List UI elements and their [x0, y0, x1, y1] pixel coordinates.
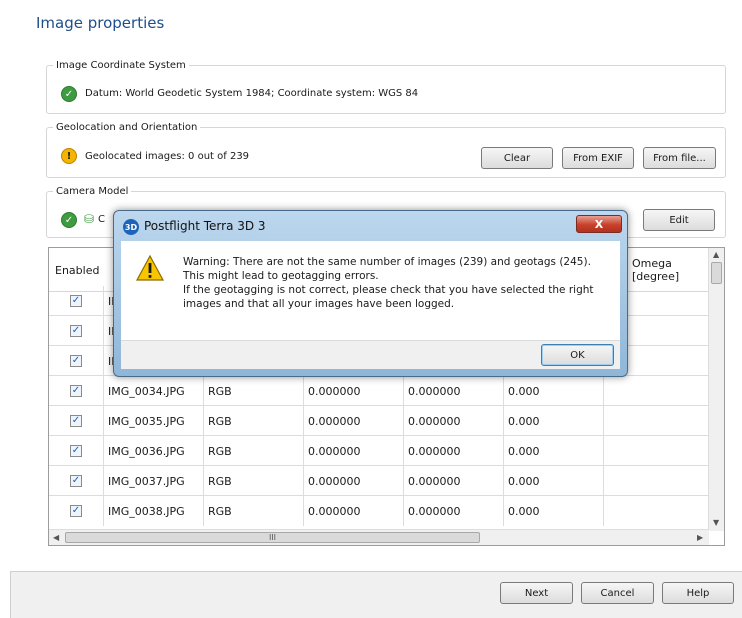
value-cell: 0.000 — [503, 496, 603, 526]
geo-status-text: Geolocated images: 0 out of 239 — [85, 151, 250, 162]
warning-triangle-icon — [135, 254, 165, 281]
value-cell: 0.000 — [503, 376, 603, 406]
scroll-up-arrow-icon[interactable]: ▲ — [713, 250, 719, 259]
scroll-grip: III — [268, 533, 277, 542]
value-cell: 0.000000 — [303, 436, 403, 466]
horizontal-scrollbar[interactable]: ◀ III ▶ — [49, 529, 709, 545]
message-line: images and that all your images have bee… — [183, 298, 455, 310]
clear-button[interactable]: Clear — [481, 147, 553, 169]
warning-circle-icon: ! — [61, 148, 77, 164]
database-icon: ⛁ — [84, 212, 95, 226]
app-icon: 3D — [123, 219, 139, 235]
image-type-cell: RGB — [203, 496, 303, 526]
row-checkbox-cell: ✓ — [49, 376, 103, 406]
message-line: This might lead to geotagging errors. — [183, 270, 379, 282]
dialog-footer: OK — [121, 340, 620, 369]
dialog-title: Postflight Terra 3D 3 — [144, 219, 266, 233]
ok-button[interactable]: OK — [541, 344, 614, 366]
image-type-cell: RGB — [203, 376, 303, 406]
warning-dialog: 3D Postflight Terra 3D 3 X Warning: Ther… — [113, 210, 628, 377]
value-cell-empty — [603, 496, 709, 526]
value-cell-empty — [603, 406, 709, 436]
value-cell: 0.000000 — [403, 466, 503, 496]
check-circle-icon: ✓ — [61, 212, 77, 228]
enabled-checkbox[interactable]: ✓ — [70, 505, 82, 517]
value-cell: 0.000000 — [403, 406, 503, 436]
from-file-button[interactable]: From file... — [643, 147, 716, 169]
horizontal-scroll-thumb[interactable]: III — [65, 532, 480, 543]
column-omega-unit: [degree] — [632, 270, 680, 283]
image-name-cell: IMG_0035.JPG — [103, 406, 203, 436]
value-cell: 0.000000 — [303, 496, 403, 526]
row-checkbox-cell: ✓ — [49, 286, 103, 316]
row-checkbox-cell: ✓ — [49, 466, 103, 496]
value-cell: 0.000 — [503, 436, 603, 466]
row-checkbox-cell: ✓ — [49, 346, 103, 376]
enabled-checkbox[interactable]: ✓ — [70, 325, 82, 337]
value-cell: 0.000000 — [403, 496, 503, 526]
value-cell-empty — [603, 376, 709, 406]
row-checkbox-cell: ✓ — [49, 316, 103, 346]
table-row[interactable]: ✓ IMG_0035.JPG RGB 0.000000 0.000000 0.0… — [49, 406, 709, 436]
check-circle-icon: ✓ — [61, 86, 77, 102]
from-exif-button[interactable]: From EXIF — [562, 147, 634, 169]
row-checkbox-cell: ✓ — [49, 436, 103, 466]
message-line: If the geotagging is not correct, please… — [183, 284, 594, 296]
geo-legend: Geolocation and Orientation — [56, 122, 198, 133]
table-row[interactable]: ✓ IMG_0036.JPG RGB 0.000000 0.000000 0.0… — [49, 436, 709, 466]
row-checkbox-cell: ✓ — [49, 406, 103, 436]
camera-edit-button[interactable]: Edit — [643, 209, 715, 231]
image-coordinate-system-group: Image Coordinate System — [46, 60, 726, 114]
ics-legend: Image Coordinate System — [56, 60, 186, 71]
vertical-scroll-thumb[interactable] — [711, 262, 722, 284]
help-button[interactable]: Help — [662, 582, 734, 604]
message-line: Warning: There are not the same number o… — [183, 256, 591, 268]
scroll-down-arrow-icon[interactable]: ▼ — [713, 518, 719, 527]
image-type-cell: RGB — [203, 406, 303, 436]
camera-legend: Camera Model — [56, 186, 129, 197]
row-checkbox-cell: ✓ — [49, 496, 103, 526]
enabled-checkbox[interactable]: ✓ — [70, 415, 82, 427]
wizard-footer: Next Cancel Help — [10, 571, 742, 618]
enabled-checkbox[interactable]: ✓ — [70, 445, 82, 457]
value-cell: 0.000000 — [403, 436, 503, 466]
image-name-cell: IMG_0034.JPG — [103, 376, 203, 406]
table-row[interactable]: ✓ IMG_0037.JPG RGB 0.000000 0.000000 0.0… — [49, 466, 709, 496]
enabled-checkbox[interactable]: ✓ — [70, 475, 82, 487]
image-name-cell: IMG_0037.JPG — [103, 466, 203, 496]
image-name-cell: IMG_0036.JPG — [103, 436, 203, 466]
cancel-button[interactable]: Cancel — [581, 582, 654, 604]
value-cell: 0.000000 — [303, 376, 403, 406]
camera-status-text: C — [98, 214, 105, 225]
page-title: Image properties — [36, 14, 165, 32]
image-name-cell: IMG_0038.JPG — [103, 496, 203, 526]
dialog-body: Warning: There are not the same number o… — [121, 241, 620, 340]
value-cell: 0.000000 — [403, 376, 503, 406]
value-cell: 0.000000 — [303, 466, 403, 496]
image-type-cell: RGB — [203, 436, 303, 466]
table-row[interactable]: ✓ IMG_0038.JPG RGB 0.000000 0.000000 0.0… — [49, 496, 709, 531]
scroll-left-arrow-icon[interactable]: ◀ — [53, 533, 59, 542]
enabled-checkbox[interactable]: ✓ — [70, 355, 82, 367]
value-cell-empty — [603, 466, 709, 496]
value-cell-empty — [603, 436, 709, 466]
ics-status-text: Datum: World Geodetic System 1984; Coord… — [85, 88, 419, 99]
table-row[interactable]: ✓ IMG_0034.JPG RGB 0.000000 0.000000 0.0… — [49, 376, 709, 406]
value-cell: 0.000 — [503, 466, 603, 496]
next-button[interactable]: Next — [500, 582, 573, 604]
scroll-right-arrow-icon[interactable]: ▶ — [697, 533, 703, 542]
close-button[interactable]: X — [576, 215, 622, 233]
vertical-scrollbar[interactable]: ▲ ▼ — [708, 248, 724, 531]
enabled-checkbox[interactable]: ✓ — [70, 385, 82, 397]
value-cell: 0.000000 — [303, 406, 403, 436]
enabled-checkbox[interactable]: ✓ — [70, 295, 82, 307]
column-omega-label: Omega — [632, 257, 672, 270]
image-type-cell: RGB — [203, 466, 303, 496]
value-cell: 0.000 — [503, 406, 603, 436]
